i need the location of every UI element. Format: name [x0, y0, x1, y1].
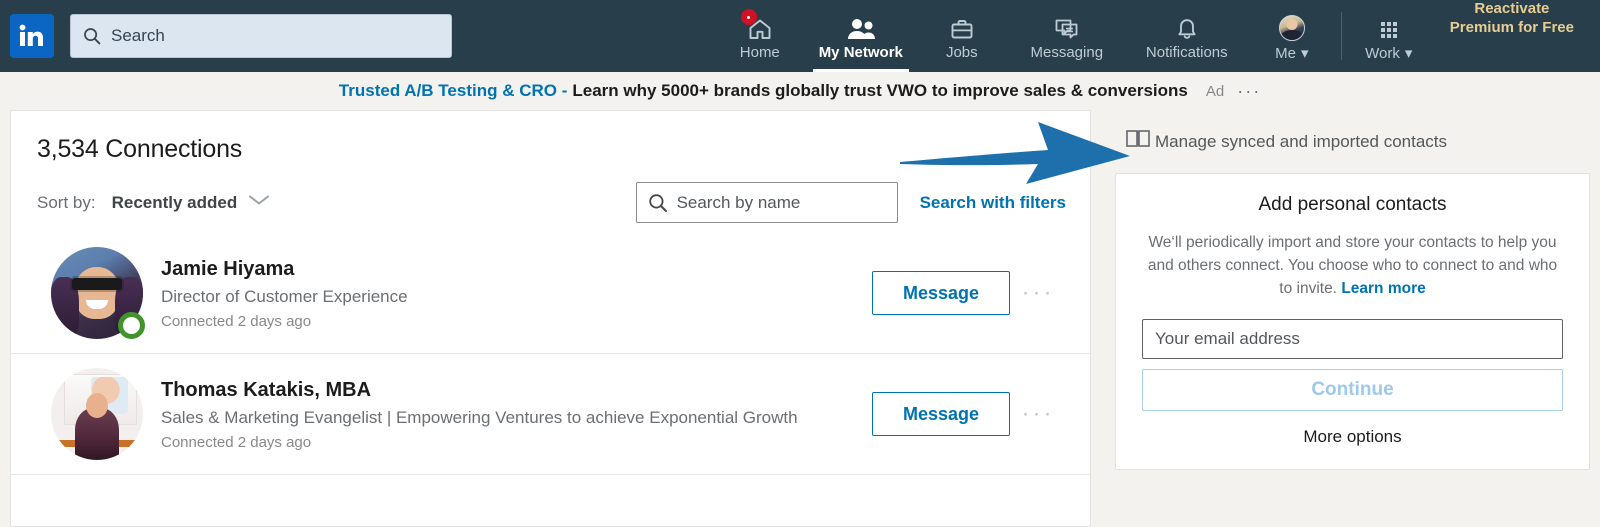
top-navigation-bar: Search Home My Network Jobs Messaging No… [0, 0, 1600, 72]
connection-headline: Sales & Marketing Evangelist | Empowerin… [161, 407, 798, 427]
manage-synced-contacts-link[interactable]: Manage synced and imported contacts [1115, 114, 1590, 155]
nav-items: Home My Network Jobs Messaging Notificat… [715, 0, 1586, 72]
nav-item-me[interactable]: Me ▾ [1247, 0, 1337, 72]
search-by-name-icon [648, 193, 668, 213]
message-button[interactable]: Message [872, 392, 1010, 436]
search-by-name-placeholder: Search by name [676, 192, 801, 212]
learn-more-link[interactable]: Learn more [1341, 280, 1425, 297]
row-overflow-menu-icon[interactable]: ··· [1010, 281, 1066, 305]
message-icon [1053, 11, 1081, 41]
avatar-icon [1278, 11, 1305, 41]
table-row: Thomas Katakis, MBA Sales & Marketing Ev… [11, 353, 1090, 474]
home-badge-dot [740, 9, 757, 25]
connection-info: Thomas Katakis, MBA Sales & Marketing Ev… [161, 377, 872, 452]
me-avatar [1278, 14, 1305, 41]
open-to-work-badge [118, 312, 145, 339]
right-rail: Manage synced and imported contacts Add … [1115, 110, 1590, 527]
sort-by-value[interactable]: Recently added [112, 193, 238, 213]
connection-info: Jamie Hiyama Director of Customer Experi… [161, 256, 872, 331]
table-row-partial [11, 474, 1090, 526]
connections-controls: Sort by: Recently added Search by name S… [11, 164, 1090, 239]
nav-item-my-network[interactable]: My Network [805, 0, 917, 72]
row-overflow-menu-icon[interactable]: ··· [1010, 402, 1066, 426]
nav-label-jobs: Jobs [945, 44, 978, 61]
linkedin-logo[interactable] [10, 14, 54, 58]
reactivate-premium-link[interactable]: Reactivate Premium for Free [1434, 0, 1586, 72]
global-search-box[interactable]: Search [70, 14, 452, 58]
briefcase-icon [949, 11, 975, 41]
avatar[interactable] [51, 368, 143, 460]
message-button[interactable]: Message [872, 271, 1010, 315]
connection-connected-date: Connected 2 days ago [161, 313, 312, 331]
nav-divider [1340, 12, 1342, 60]
connection-name[interactable]: Jamie Hiyama [161, 256, 856, 282]
nav-label-messaging: Messaging [1030, 44, 1104, 61]
ad-overflow-menu-icon[interactable]: ··· [1237, 81, 1261, 102]
premium-line-2: Premium for Free [1449, 18, 1574, 36]
connection-connected-date: Connected 2 days ago [161, 434, 312, 452]
bell-icon [1174, 11, 1200, 41]
chevron-down-icon-work: ▾ [1404, 44, 1413, 62]
avatar[interactable] [51, 247, 145, 339]
nav-item-messaging[interactable]: Messaging [1007, 0, 1127, 72]
sort-chevron-down-icon[interactable] [247, 193, 271, 212]
ad-headline-link[interactable]: Trusted A/B Testing & CRO - [339, 81, 568, 101]
nav-item-notifications[interactable]: Notifications [1127, 0, 1247, 72]
connections-card: 3,534 Connections Sort by: Recently adde… [10, 110, 1091, 527]
add-contacts-title: Add personal contacts [1258, 194, 1447, 215]
nav-label-my-network: My Network [818, 44, 903, 61]
nav-label-work: Work [1365, 44, 1400, 62]
page-body: 3,534 Connections Sort by: Recently adde… [0, 110, 1600, 527]
add-personal-contacts-card: Add personal contacts We‘ll periodically… [1115, 173, 1590, 470]
nav-label-me: Me [1275, 44, 1296, 62]
connection-name[interactable]: Thomas Katakis, MBA [161, 377, 856, 403]
manage-synced-contacts-label: Manage synced and imported contacts [1155, 131, 1448, 151]
table-row: Jamie Hiyama Director of Customer Experi… [11, 239, 1090, 353]
thomas-avatar [51, 368, 143, 460]
premium-line-1: Reactivate [1474, 0, 1550, 17]
add-contacts-description: We‘ll periodically import and store your… [1142, 232, 1563, 301]
grid-icon [1377, 11, 1401, 41]
search-with-filters-link[interactable]: Search with filters [920, 193, 1066, 213]
connection-headline: Director of Customer Experience [161, 286, 408, 306]
chevron-down-icon: ▾ [1300, 44, 1309, 62]
more-options-link[interactable]: More options [1142, 427, 1563, 447]
search-by-name-input[interactable]: Search by name [635, 182, 898, 223]
ad-banner: Trusted A/B Testing & CRO - Learn why 50… [0, 72, 1600, 110]
nav-label-home: Home [739, 44, 780, 61]
search-icon [83, 27, 101, 45]
ad-tag-label: Ad [1205, 82, 1225, 100]
nav-item-work[interactable]: Work ▾ [1344, 0, 1434, 72]
email-field[interactable] [1142, 318, 1563, 359]
sort-by-label: Sort by: [37, 192, 96, 212]
ad-body-text: Learn why 5000+ brands globally trust VW… [572, 81, 1188, 100]
home-icon [740, 9, 773, 41]
nav-item-home[interactable]: Home [715, 0, 805, 72]
nav-item-jobs[interactable]: Jobs [917, 0, 1007, 72]
people-icon [846, 11, 876, 41]
nav-label-notifications: Notifications [1145, 44, 1228, 61]
global-search-placeholder: Search [111, 26, 165, 45]
page-title: 3,534 Connections [37, 135, 243, 163]
book-icon [1125, 128, 1151, 155]
continue-button[interactable]: Continue [1142, 368, 1563, 411]
